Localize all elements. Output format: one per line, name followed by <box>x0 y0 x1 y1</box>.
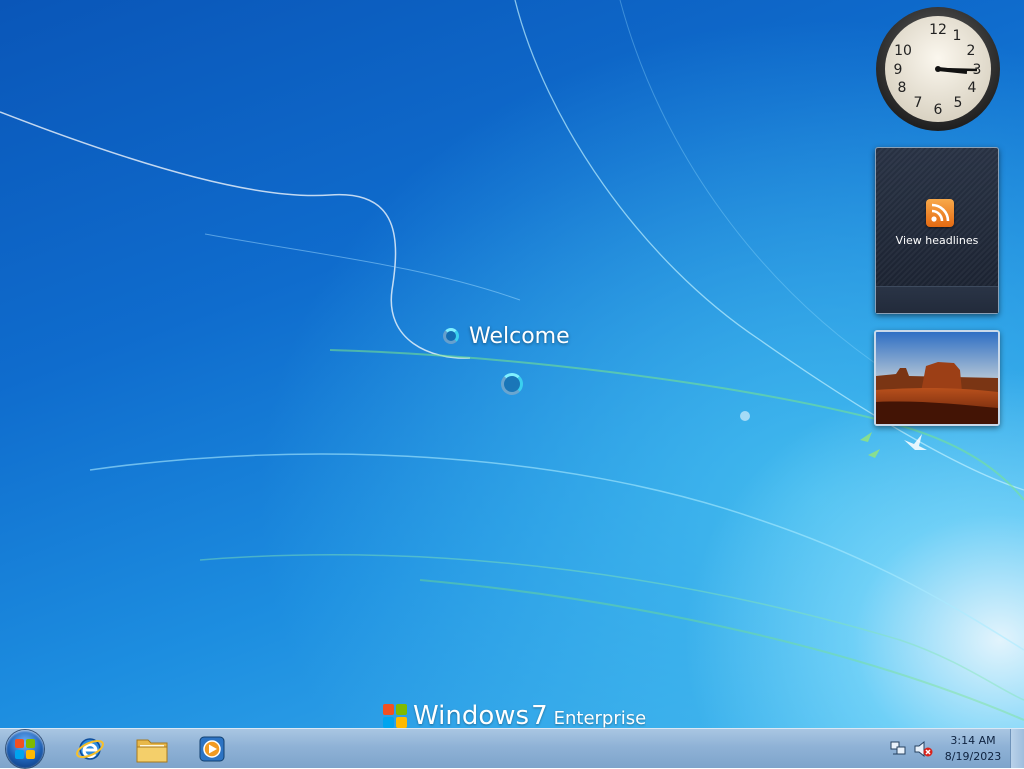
clock-numeral: 8 <box>898 80 907 96</box>
clock-numeral: 12 <box>929 22 947 38</box>
wallpaper-streaks <box>0 0 1024 721</box>
feed-footer-bar <box>876 286 998 313</box>
ie-icon <box>76 738 104 760</box>
loading-spinner-icon <box>443 328 459 344</box>
start-button[interactable] <box>6 730 44 768</box>
clock-numeral: 4 <box>968 80 977 96</box>
media-player-icon <box>199 736 225 762</box>
folder-icon <box>136 739 168 763</box>
brand-product: Windows <box>413 704 530 728</box>
taskbar-media-player[interactable] <box>186 731 238 767</box>
brand-edition: Enterprise <box>553 708 647 728</box>
tray-date: 8/19/2023 <box>944 750 1002 763</box>
welcome-status: Welcome <box>443 320 570 352</box>
clock-numeral: 2 <box>967 43 976 59</box>
slideshow-gadget[interactable] <box>874 330 1000 426</box>
taskbar: 3:14 AM 8/19/2023 <box>0 728 1024 768</box>
windows-branding: Windows 7 Enterprise <box>383 704 646 728</box>
desert-landscape-image <box>876 332 998 424</box>
windows-flag-icon <box>383 704 407 728</box>
clock-numeral: 5 <box>954 95 963 111</box>
busy-circle-icon <box>501 373 523 395</box>
network-icon <box>890 741 906 755</box>
tray-network[interactable] <box>888 729 908 769</box>
brand-version: 7 <box>531 704 548 728</box>
clock-numeral: 7 <box>914 95 923 111</box>
clock-numeral: 1 <box>953 28 962 44</box>
taskbar-windows-explorer[interactable] <box>126 731 178 767</box>
tray-time: 3:14 AM <box>950 734 996 747</box>
show-desktop-button[interactable] <box>1010 729 1024 768</box>
welcome-text: Welcome <box>469 323 570 349</box>
clock-numeral: 10 <box>894 43 912 59</box>
desktop-background: Welcome Windows 7 Enterprise 12 1 2 3 4 <box>0 0 1024 728</box>
clock-numeral: 9 <box>894 62 903 78</box>
clock-numeral: 6 <box>934 102 943 118</box>
tray-volume[interactable] <box>912 729 934 769</box>
view-headlines-label[interactable]: View headlines <box>876 234 998 247</box>
volume-muted-icon <box>914 740 933 758</box>
windows-logo-icon <box>15 739 35 759</box>
rss-icon <box>926 199 954 227</box>
feed-headlines-gadget[interactable]: View headlines <box>875 147 999 314</box>
clock-gadget[interactable]: 12 1 2 3 4 5 6 7 8 9 10 <box>875 6 1001 132</box>
tray-clock[interactable]: 3:14 AM 8/19/2023 <box>936 733 1010 765</box>
taskbar-internet-explorer[interactable] <box>64 731 116 767</box>
